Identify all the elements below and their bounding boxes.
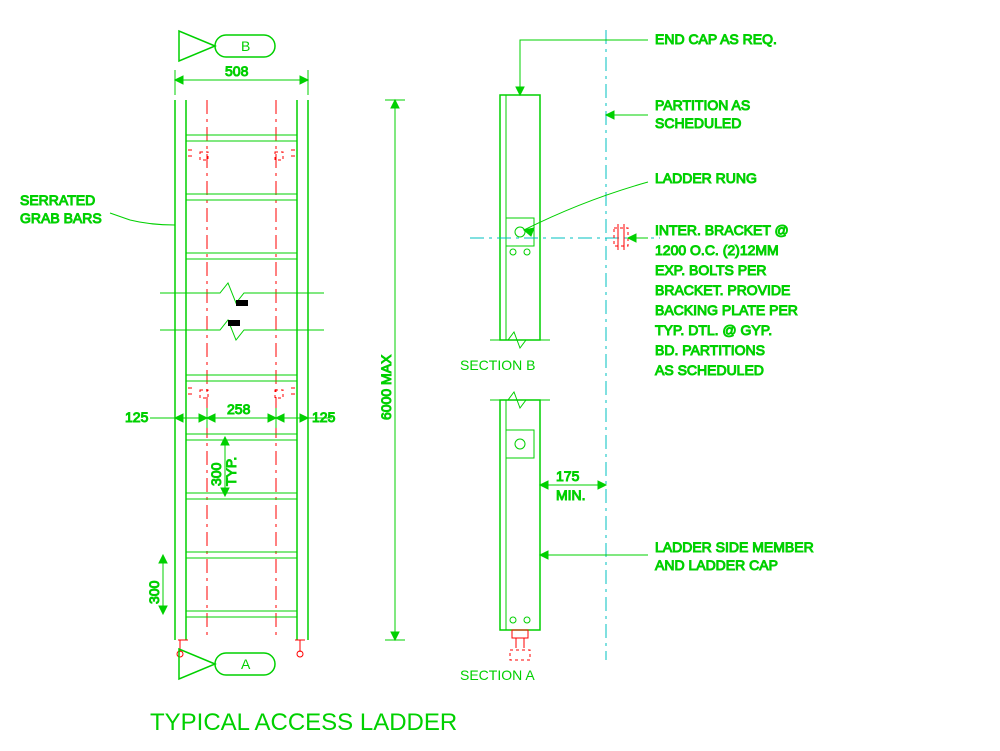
svg-text:300: 300 (146, 580, 162, 604)
svg-text:508: 508 (225, 63, 249, 79)
section-marker-a: A (179, 649, 275, 679)
drawing-canvas: B A 508 6000 MAX 125 258 (0, 0, 1000, 751)
svg-text:TYP. DTL. @ GYP.: TYP. DTL. @ GYP. (655, 322, 772, 338)
dim-6000: 6000 MAX (378, 100, 405, 640)
svg-text:258: 258 (227, 401, 251, 417)
section-b (470, 95, 660, 340)
dim-508: 508 (175, 63, 308, 95)
label-serrated: SERRATED GRAB BARS (20, 192, 175, 226)
drawing-title: TYPICAL ACCESS LADDER (150, 709, 457, 736)
leader-bracket: INTER. BRACKET @ 1200 O.C. (2)12MM EXP. … (628, 222, 798, 378)
leader-sidemember: LADDER SIDE MEMBER AND LADDER CAP (540, 539, 814, 573)
svg-text:GRAB BARS: GRAB BARS (20, 210, 102, 226)
section-b-label: SECTION B (460, 357, 535, 373)
svg-text:LADDER RUNG: LADDER RUNG (655, 170, 757, 186)
marker-a-label: A (241, 656, 251, 672)
dim-300typ: 300 TYP. (208, 437, 239, 496)
svg-text:EXP. BOLTS PER: EXP. BOLTS PER (655, 262, 767, 278)
svg-text:MIN.: MIN. (556, 487, 586, 503)
svg-text:INTER. BRACKET @: INTER. BRACKET @ (655, 222, 789, 238)
leader-endcap: END CAP AS REQ. (516, 31, 777, 95)
section-a-label: SECTION A (460, 667, 535, 683)
svg-text:AS SCHEDULED: AS SCHEDULED (655, 362, 764, 378)
svg-text:PARTITION AS: PARTITION AS (655, 97, 750, 113)
svg-text:AND LADDER CAP: AND LADDER CAP (655, 557, 778, 573)
svg-text:300: 300 (208, 462, 224, 486)
dim-300bot: 300 (146, 555, 167, 614)
svg-text:125: 125 (125, 409, 149, 425)
svg-text:BACKING PLATE PER: BACKING PLATE PER (655, 302, 798, 318)
svg-text:BRACKET. PROVIDE: BRACKET. PROVIDE (655, 282, 790, 298)
svg-text:BD. PARTITIONS: BD. PARTITIONS (655, 342, 765, 358)
section-a (500, 400, 540, 660)
svg-text:END CAP AS REQ.: END CAP AS REQ. (655, 31, 777, 47)
leader-partition: PARTITION AS SCHEDULED (606, 97, 750, 131)
svg-text:SCHEDULED: SCHEDULED (655, 115, 741, 131)
svg-text:SERRATED: SERRATED (20, 192, 95, 208)
section-marker-b: B (179, 31, 275, 61)
svg-text:1200 O.C. (2)12MM: 1200 O.C. (2)12MM (655, 242, 779, 258)
marker-b-label: B (241, 38, 250, 54)
svg-text:125: 125 (312, 409, 336, 425)
dim-175: 175 MIN. (540, 468, 606, 503)
svg-text:175: 175 (556, 468, 580, 484)
svg-text:TYP.: TYP. (223, 457, 239, 486)
dim-row: 125 258 125 (125, 401, 336, 428)
svg-text:LADDER SIDE MEMBER: LADDER SIDE MEMBER (655, 539, 814, 555)
svg-text:6000 MAX: 6000 MAX (378, 354, 394, 420)
